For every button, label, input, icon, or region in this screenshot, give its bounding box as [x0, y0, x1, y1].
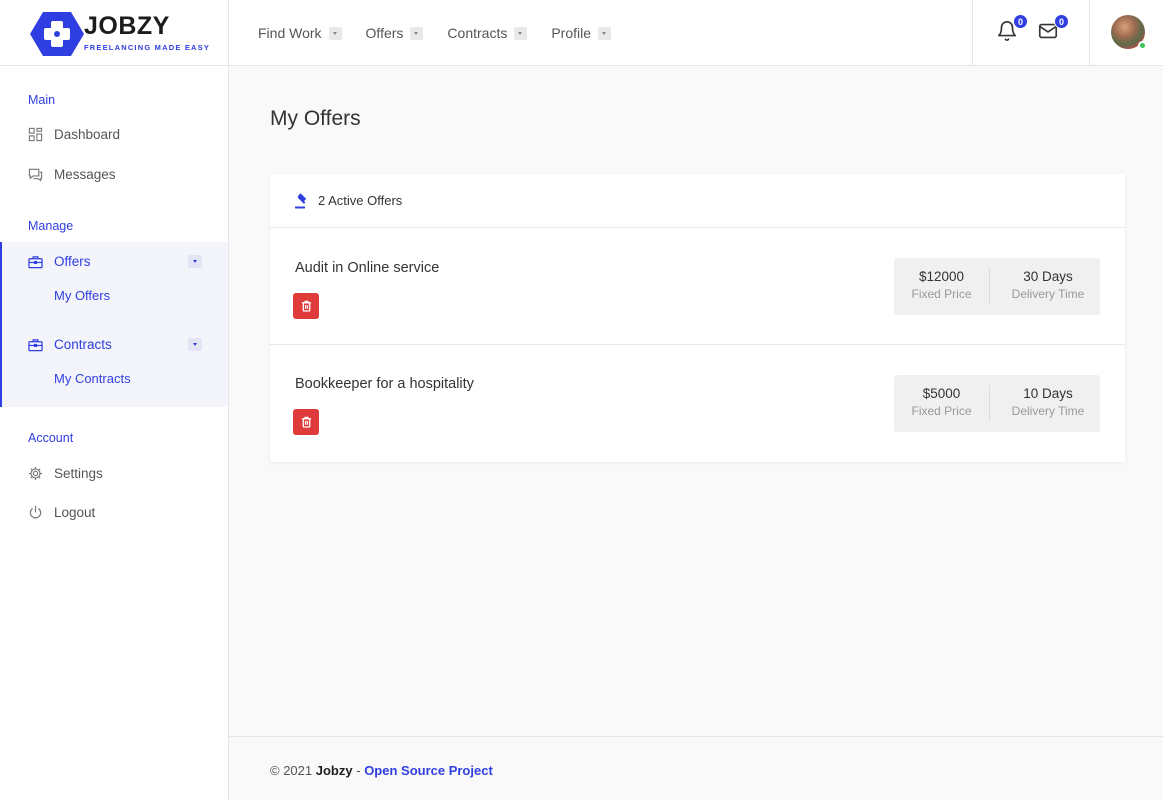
nav-label: Find Work: [258, 25, 322, 41]
nav-label: Contracts: [447, 25, 508, 41]
offer-stats: $12000 Fixed Price 30 Days Delivery Time: [894, 258, 1100, 315]
sidebar-item-label: Settings: [54, 466, 103, 481]
footer-text: © 2021 Jobzy - Open Source Project: [270, 763, 493, 778]
sidebar-item-messages[interactable]: Messages: [28, 167, 116, 182]
footer: © 2021 Jobzy - Open Source Project: [229, 736, 1163, 800]
sidebar: Main Dashboard Messages Manage Offers My…: [0, 66, 229, 800]
sidebar-subitem-my-contracts[interactable]: My Contracts: [54, 371, 131, 386]
sidebar-item-logout[interactable]: Logout: [28, 505, 95, 520]
sidebar-manage-group: Offers My Offers Contracts My Contracts: [0, 242, 228, 407]
offer-title[interactable]: Bookkeeper for a hospitality: [295, 376, 474, 392]
price-value: $5000: [922, 386, 961, 401]
chevron-down-icon: [410, 26, 424, 40]
dashboard-icon: [28, 127, 43, 142]
online-status-dot: [1138, 41, 1147, 50]
offers-card: 2 Active Offers Audit in Online service …: [270, 174, 1125, 462]
sidebar-section-manage: Manage: [28, 219, 74, 233]
nav-offers[interactable]: Offers: [366, 25, 424, 41]
gear-icon: [28, 466, 43, 481]
price-label: Fixed Price: [911, 404, 972, 418]
offer-delivery: 10 Days Delivery Time: [996, 375, 1100, 432]
nav-profile[interactable]: Profile: [551, 25, 612, 41]
offer-row: Bookkeeper for a hospitality $5000 Fixed…: [270, 345, 1125, 462]
top-header: JOBZY FREELANCING MADE EASY Find Work Of…: [0, 0, 1163, 66]
messages-button[interactable]: 0: [1037, 14, 1069, 44]
sidebar-subitem-my-offers[interactable]: My Offers: [54, 288, 110, 303]
offer-stats: $5000 Fixed Price 10 Days Delivery Time: [894, 375, 1100, 432]
page-title: My Offers: [270, 107, 361, 130]
active-offers-count: 2 Active Offers: [318, 193, 403, 208]
header-divider: [1089, 0, 1090, 66]
nav-label: Offers: [365, 25, 404, 41]
delivery-label: Delivery Time: [1011, 404, 1085, 418]
chat-icon: [28, 168, 43, 182]
sidebar-item-settings[interactable]: Settings: [28, 466, 103, 481]
offer-row: Audit in Online service $12000 Fixed Pri…: [270, 228, 1125, 345]
gavel-icon: [295, 192, 307, 208]
nav-label: Profile: [551, 25, 592, 41]
footer-brand: Jobzy: [315, 763, 353, 778]
delivery-value: 10 Days: [1023, 386, 1073, 401]
nav-find-work[interactable]: Find Work: [258, 25, 342, 41]
delivery-value: 30 Days: [1023, 269, 1073, 284]
chevron-down-icon: [328, 26, 342, 40]
logo[interactable]: JOBZY FREELANCING MADE EASY: [30, 10, 209, 58]
footer-separator: -: [356, 763, 361, 778]
contracts-expand-toggle[interactable]: [188, 338, 202, 351]
offers-expand-toggle[interactable]: [188, 255, 202, 268]
sidebar-item-contracts[interactable]: Contracts: [28, 337, 112, 352]
sidebar-section-account: Account: [28, 431, 74, 445]
delete-offer-button[interactable]: [293, 409, 319, 435]
chevron-down-icon: [514, 26, 528, 40]
chevron-down-icon: [598, 26, 612, 40]
sidebar-item-label: Offers: [54, 254, 91, 269]
header-divider: [228, 0, 229, 66]
open-source-link[interactable]: Open Source Project: [364, 763, 493, 778]
offers-card-header: 2 Active Offers: [270, 174, 1125, 228]
copyright: © 2021: [270, 763, 313, 778]
stats-divider: [989, 268, 990, 304]
offer-price: $5000 Fixed Price: [894, 375, 989, 432]
delete-offer-button[interactable]: [293, 293, 319, 319]
stats-divider: [989, 385, 990, 421]
brand-name: JOBZY: [84, 12, 170, 40]
sidebar-item-label: Logout: [54, 505, 96, 520]
delivery-label: Delivery Time: [1011, 287, 1085, 301]
user-avatar[interactable]: [1111, 15, 1147, 50]
header-divider: [972, 0, 973, 66]
sidebar-item-label: Messages: [54, 167, 116, 182]
offer-title[interactable]: Audit in Online service: [295, 260, 439, 276]
offer-price: $12000 Fixed Price: [894, 258, 989, 315]
price-label: Fixed Price: [911, 287, 972, 301]
trash-icon: [301, 300, 311, 312]
price-value: $12000: [918, 269, 965, 284]
notifications-count-badge: 0: [1013, 14, 1028, 29]
sidebar-item-label: Dashboard: [54, 127, 121, 142]
brand-tagline: FREELANCING MADE EASY: [84, 43, 211, 52]
trash-icon: [301, 416, 311, 428]
sidebar-item-dashboard[interactable]: Dashboard: [28, 127, 120, 142]
briefcase-icon: [28, 255, 43, 268]
sidebar-section-main: Main: [28, 93, 56, 107]
logo-hexagon-icon: [30, 12, 84, 56]
briefcase-icon: [28, 338, 43, 351]
power-icon: [29, 505, 42, 519]
sidebar-item-label: Contracts: [54, 337, 112, 352]
main-nav: Find Work Offers Contracts Profile: [258, 0, 635, 66]
messages-count-badge: 0: [1054, 14, 1069, 29]
offer-delivery: 30 Days Delivery Time: [996, 258, 1100, 315]
sidebar-item-offers[interactable]: Offers: [28, 254, 91, 269]
notifications-button[interactable]: 0: [996, 14, 1028, 44]
nav-contracts[interactable]: Contracts: [447, 25, 528, 41]
